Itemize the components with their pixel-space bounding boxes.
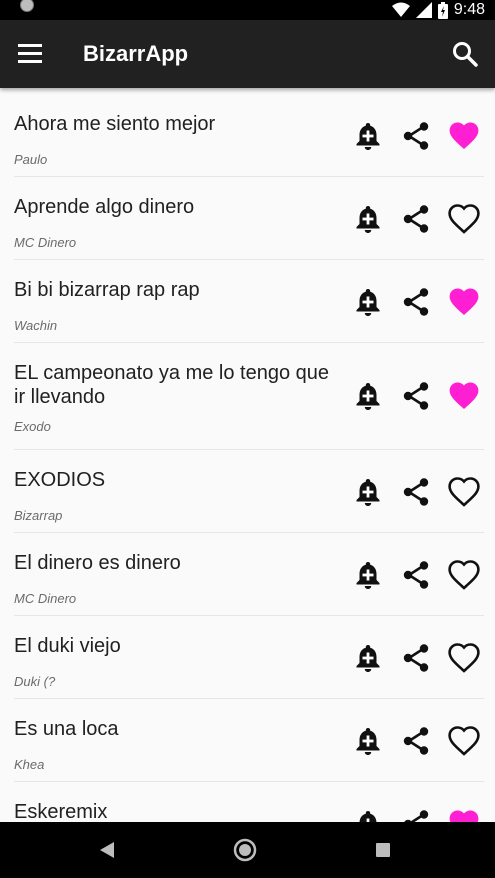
song-row[interactable]: El duki viejo Duki (? [14,616,484,699]
share-button[interactable] [400,120,432,152]
song-artist: Exodo [14,419,51,434]
song-title: El duki viejo [14,635,121,657]
add-notification-button[interactable] [352,286,384,318]
menu-button[interactable] [16,42,44,66]
favorite-outline-icon[interactable] [448,203,480,235]
song-artist: Duki (? [14,674,56,689]
status-bar: 9:48 [0,0,495,20]
song-title: Bi bi bizarrap rap rap [14,279,200,301]
battery-icon [437,1,448,19]
search-icon [453,42,478,67]
song-row[interactable]: EL campeonato ya me lo tengo que ir llev… [14,343,484,450]
favorite-outline-icon[interactable] [448,725,480,757]
add-notification-button[interactable] [352,380,384,412]
add-notification-button[interactable] [352,642,384,674]
signal-icon [415,2,432,18]
favorite-filled-icon[interactable] [448,286,480,318]
app-bar: BizarrApp [0,20,495,88]
song-title: Eskeremix [14,801,108,822]
share-button[interactable] [400,642,432,674]
wifi-icon [391,2,410,17]
song-row[interactable]: El dinero es dinero MC Dinero [14,533,484,616]
song-artist: Paulo [14,152,48,167]
song-row[interactable]: Eskeremix [14,782,484,822]
song-title: Es una loca [14,718,119,740]
home-icon[interactable] [233,838,257,862]
favorite-outline-icon[interactable] [448,476,480,508]
song-artist: Wachin [14,318,58,333]
share-button[interactable] [400,559,432,591]
song-title: Ahora me siento mejor [14,113,216,135]
favorite-filled-icon[interactable] [448,380,480,412]
song-artist: Khea [14,757,45,772]
search-button[interactable] [451,40,479,68]
favorite-outline-icon[interactable] [448,642,480,674]
add-notification-button[interactable] [352,808,384,822]
favorite-filled-icon[interactable] [448,808,480,822]
hamburger-menu-icon [18,44,42,63]
status-time: 9:48 [453,1,485,18]
app-title: BizarrApp [83,41,189,66]
add-notification-button[interactable] [352,725,384,757]
notification-icon [20,0,34,12]
song-list[interactable]: Ahora me siento mejor Paulo Aprende algo d… [0,94,495,822]
navigation-bar [0,822,495,878]
favorite-outline-icon[interactable] [448,559,480,591]
song-title: Aprende algo dinero [14,196,195,218]
song-row[interactable]: Bi bi bizarrap rap rap Wachin [14,260,484,343]
share-button[interactable] [400,725,432,757]
share-button[interactable] [400,380,432,412]
status-icons: 9:48 [391,0,485,20]
recents-icon[interactable] [375,842,391,858]
song-row[interactable]: EXODIOS Bizarrap [14,450,484,533]
song-artist: MC Dinero [14,591,77,606]
song-artist: Bizarrap [14,508,63,523]
share-button[interactable] [400,476,432,508]
song-row[interactable]: Es una loca Khea [14,699,484,782]
add-notification-button[interactable] [352,476,384,508]
add-notification-button[interactable] [352,120,384,152]
add-notification-button[interactable] [352,559,384,591]
song-row[interactable]: Ahora me siento mejor Paulo [14,94,484,177]
song-title: EXODIOS [14,469,106,491]
favorite-filled-icon[interactable] [448,120,480,152]
share-button[interactable] [400,203,432,235]
share-button[interactable] [400,286,432,318]
share-button[interactable] [400,808,432,822]
song-title: El dinero es dinero [14,552,181,574]
song-title: EL campeonato ya me lo tengo que ir llev… [14,362,330,408]
add-notification-button[interactable] [352,203,384,235]
back-icon[interactable] [98,840,116,860]
song-row[interactable]: Aprende algo dinero MC Dinero [14,177,484,260]
song-artist: MC Dinero [14,235,77,250]
